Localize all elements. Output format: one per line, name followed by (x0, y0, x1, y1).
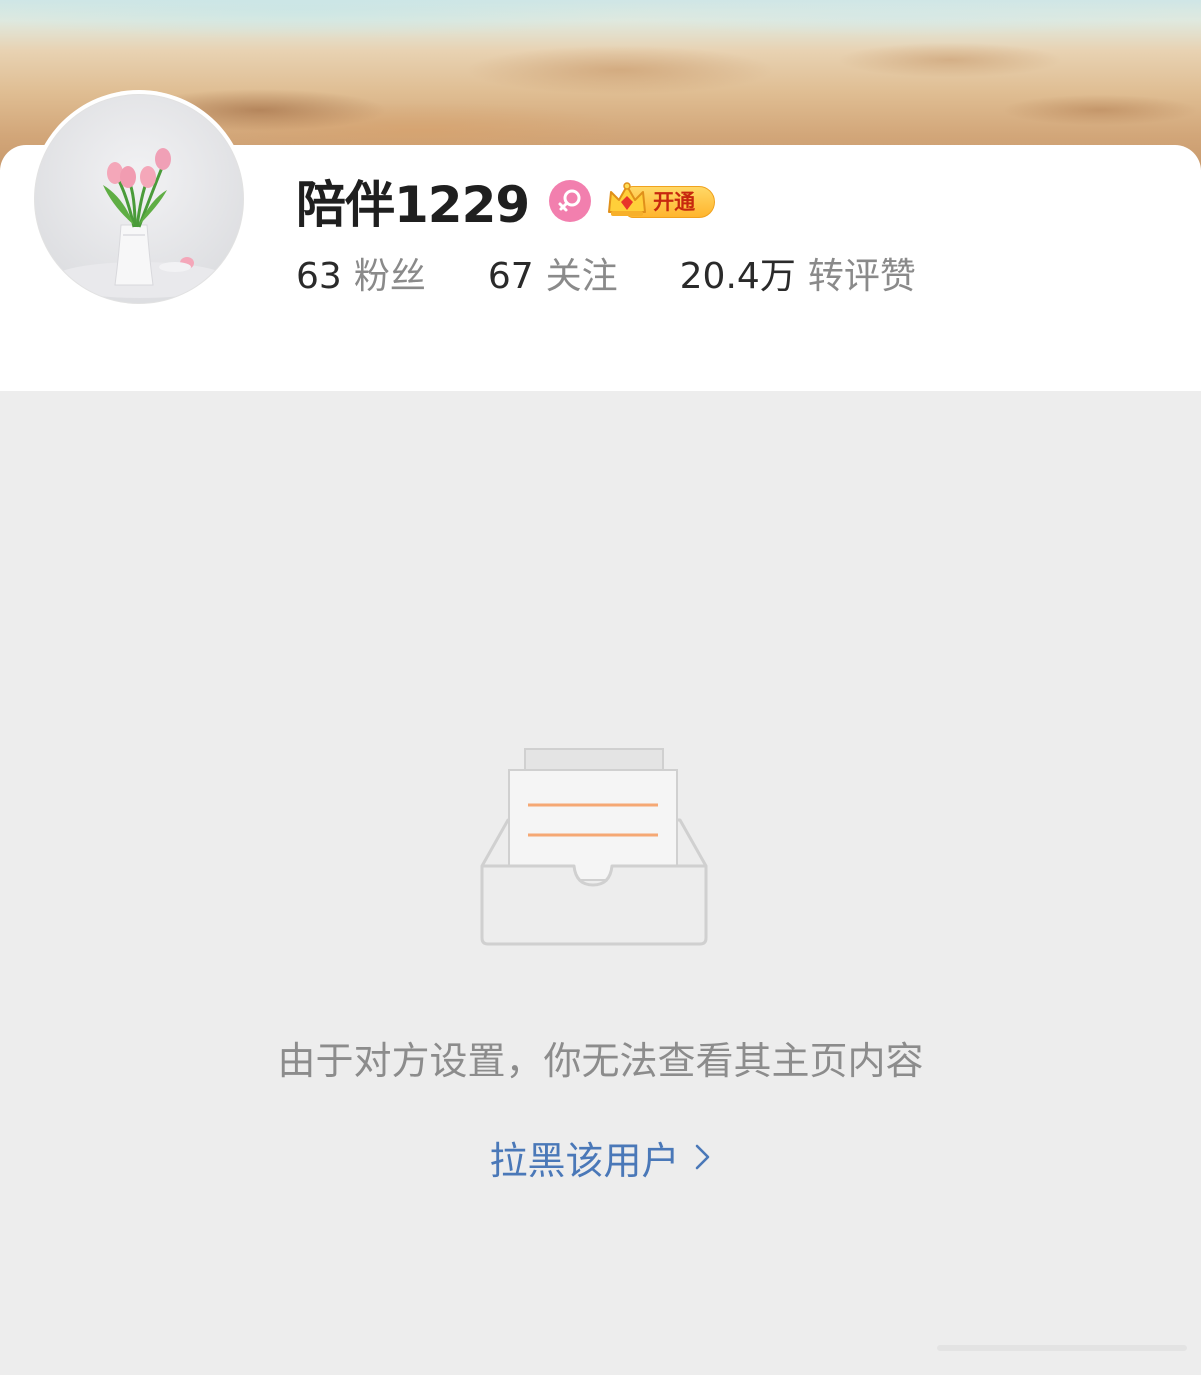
vip-open-badge[interactable]: 开通 (605, 182, 716, 220)
stat-label: 粉丝 (353, 256, 426, 297)
stats-row: 63 粉丝 67 关注 20.4万 转评赞 (296, 247, 916, 299)
username: 陪伴1229 (296, 176, 530, 234)
block-user-label: 拉黑该用户 (489, 1138, 680, 1183)
avatar[interactable] (30, 90, 248, 308)
name-row: 陪伴1229 开通 (296, 168, 716, 234)
followers-stat[interactable]: 63 粉丝 (296, 247, 426, 299)
empty-inbox-icon (480, 748, 708, 946)
stat-value: 20.4万 (679, 256, 796, 297)
crown-icon (608, 182, 647, 216)
restricted-message: 由于对方设置，你无法查看其主页内容 (277, 1039, 924, 1083)
block-user-link[interactable]: 拉黑该用户 (0, 1130, 1201, 1184)
chevron-right-icon (695, 1144, 709, 1170)
tulip-vase-image (50, 148, 230, 298)
stat-value: 67 (487, 256, 534, 297)
home-indicator (937, 1345, 1187, 1351)
avatar-image (34, 94, 244, 304)
stat-label: 关注 (545, 256, 618, 297)
vip-label: 开通 (653, 190, 696, 214)
female-icon (549, 180, 592, 222)
profile-page: 陪伴1229 开通 63 粉丝 67 关注 20.4万 转评赞 由于对方设置，你… (0, 0, 1201, 1375)
stat-label: 转评赞 (807, 256, 916, 297)
stat-value: 63 (296, 256, 342, 297)
reposts-comments-likes-stat[interactable]: 20.4万 转评赞 (680, 247, 916, 299)
following-stat[interactable]: 67 关注 (488, 247, 618, 299)
